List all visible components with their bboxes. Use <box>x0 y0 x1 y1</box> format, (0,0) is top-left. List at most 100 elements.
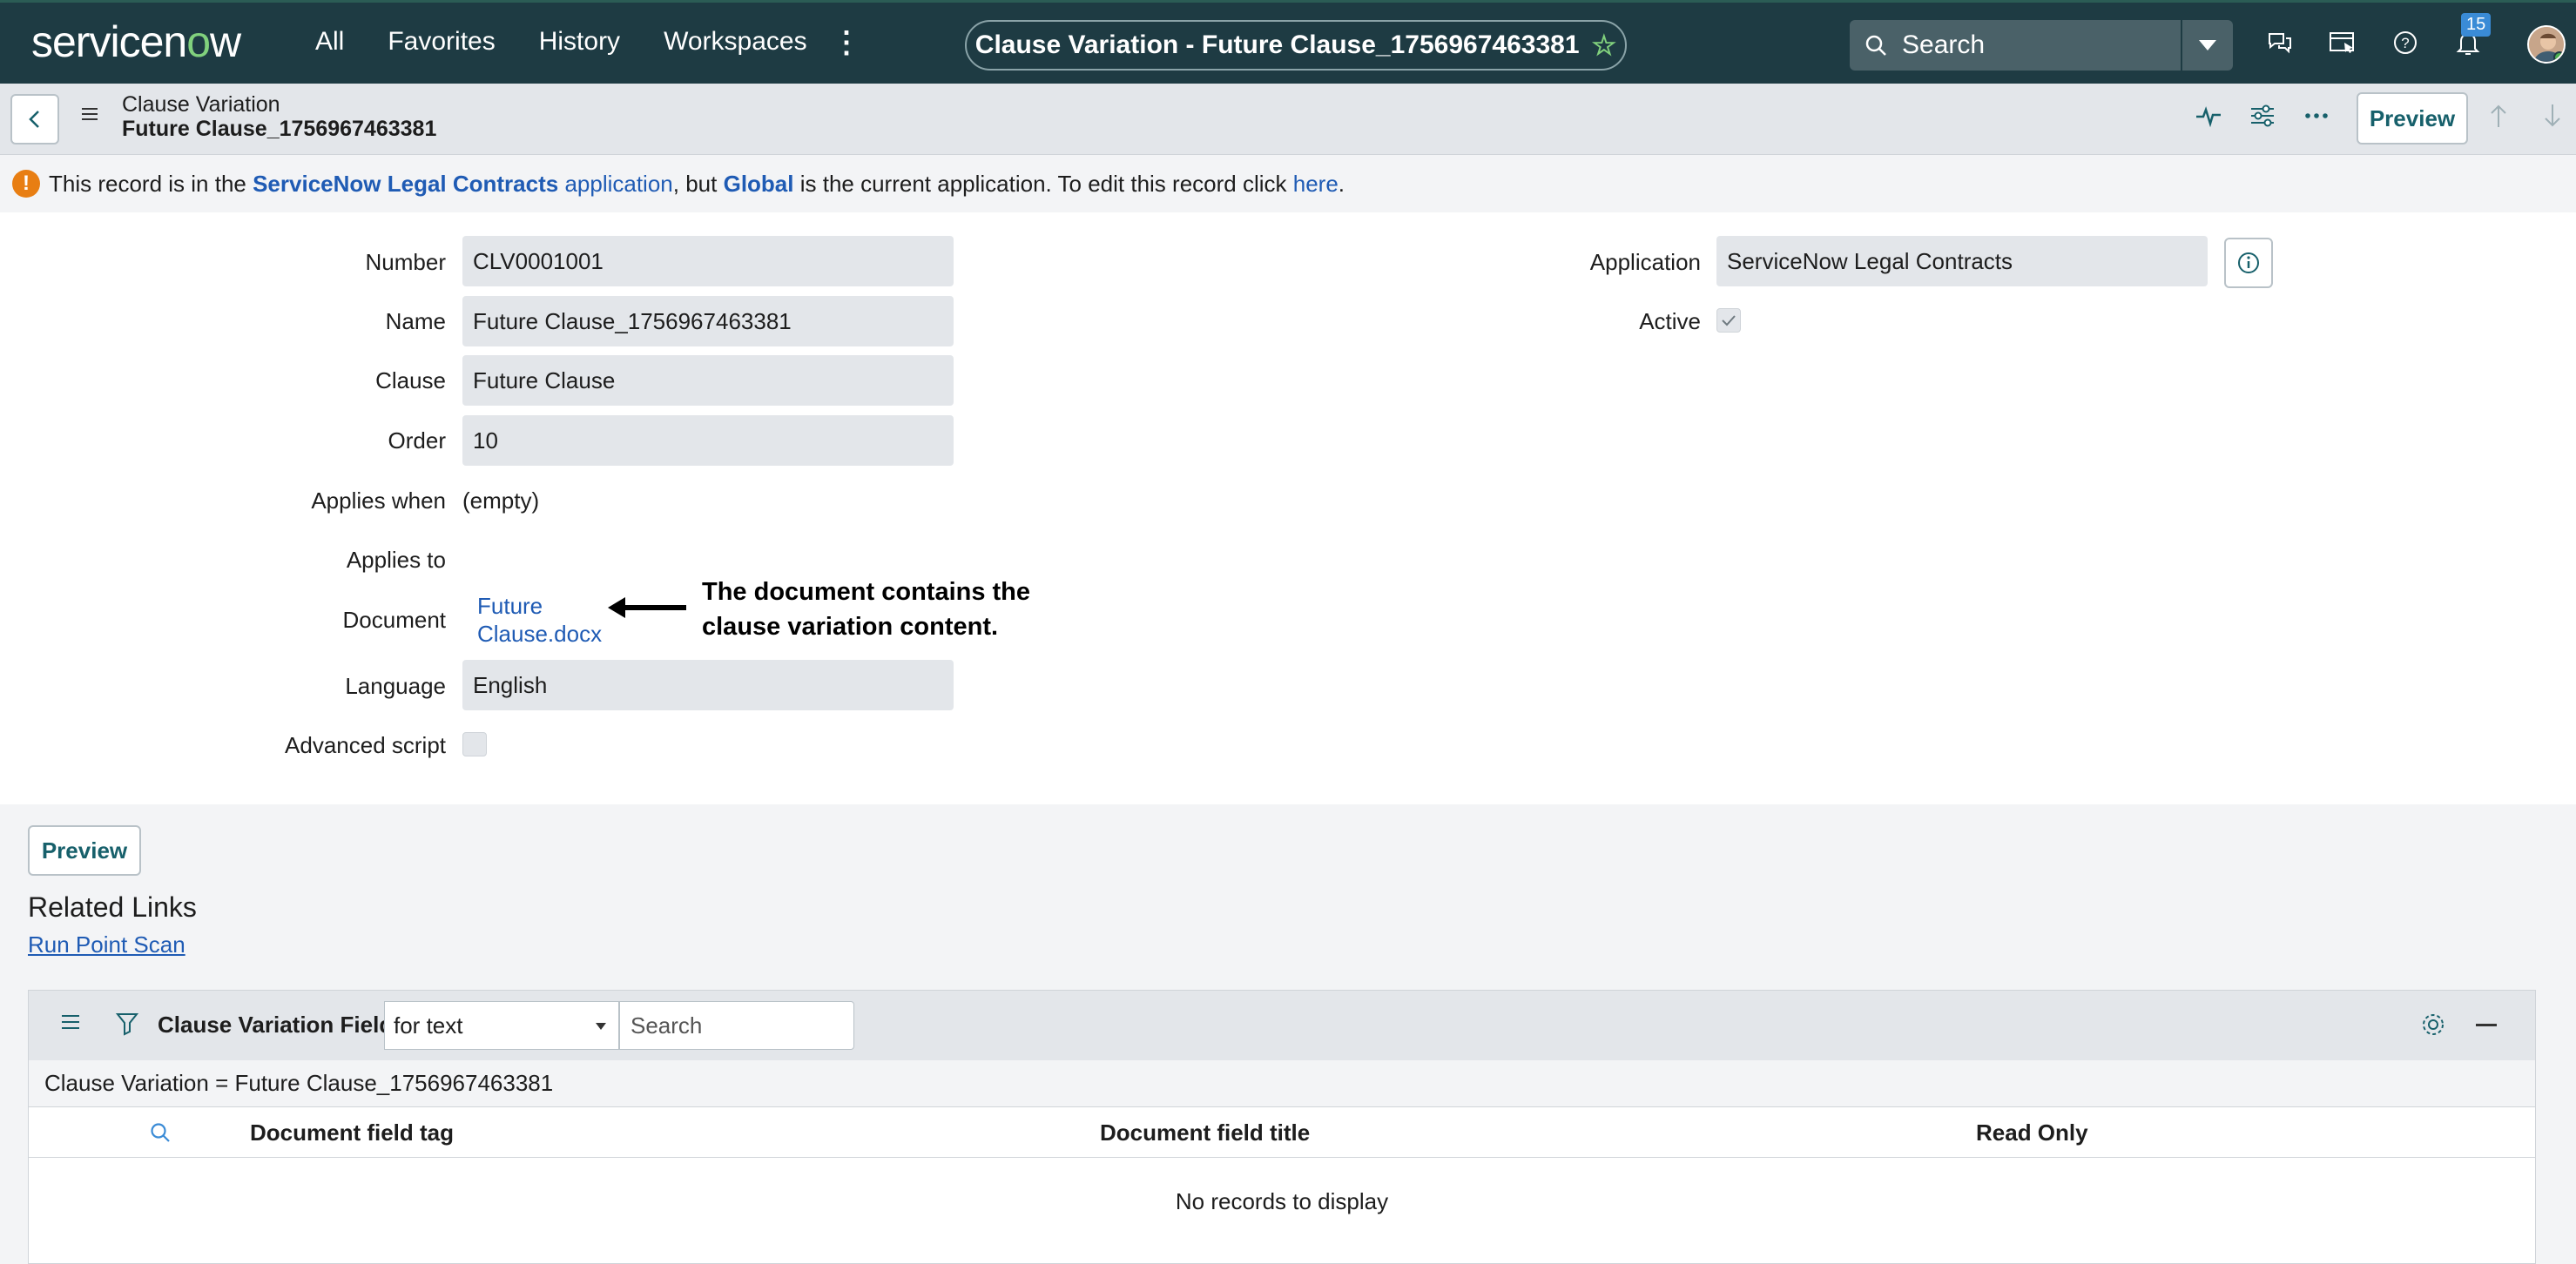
context-title: Clause Variation - Future Clause_1756967… <box>974 30 1580 59</box>
record-table-label: Clause Variation <box>122 92 280 117</box>
avatar[interactable] <box>2527 25 2566 64</box>
arrow-up-icon[interactable] <box>2489 103 2508 133</box>
nav-all[interactable]: All <box>315 27 344 57</box>
order-field[interactable]: 10 <box>462 415 954 466</box>
clause-field[interactable]: Future Clause <box>462 355 954 406</box>
message-part-1: This record is in the <box>49 170 253 197</box>
related-links-title: Related Links <box>28 891 197 923</box>
record-header: Clause Variation Future Clause_175696746… <box>0 84 2576 155</box>
list-breadcrumb[interactable]: Clause Variation = Future Clause_1756967… <box>29 1060 2535 1107</box>
arrow-down-icon[interactable] <box>2543 103 2562 133</box>
info-button[interactable] <box>2224 238 2273 288</box>
chevron-down-icon[interactable] <box>2181 20 2233 71</box>
run-point-scan-link[interactable]: Run Point Scan <box>28 931 185 958</box>
number-label: Number <box>365 249 446 275</box>
preview-bottom-button[interactable]: Preview <box>28 825 141 876</box>
active-checkbox[interactable] <box>1716 308 1741 333</box>
name-field[interactable]: Future Clause_1756967463381 <box>462 296 954 346</box>
servicenow-logo[interactable]: servicenow <box>31 17 241 67</box>
record-navigation <box>2489 103 2562 133</box>
application-scope-message: ! This record is in the ServiceNow Legal… <box>0 155 2576 212</box>
info-icon <box>2238 252 2259 273</box>
annotation-line-1: The document contains the <box>702 578 1031 606</box>
global-search-placeholder: Search <box>1902 30 1986 59</box>
activity-icon[interactable] <box>2195 103 2222 133</box>
personalize-form-icon[interactable] <box>2249 103 2276 133</box>
more-options-icon[interactable] <box>2303 103 2330 133</box>
applies-when-value: (empty) <box>462 487 540 514</box>
message-part-4: . <box>1338 170 1345 197</box>
message-part-3: is the current application. To edit this… <box>793 170 1293 197</box>
search-field-select[interactable]: for text <box>384 1001 619 1050</box>
back-button[interactable] <box>10 94 59 145</box>
applies-when-label: Applies when <box>311 487 446 514</box>
nav-history[interactable]: History <box>539 27 620 57</box>
notification-badge: 15 <box>2461 13 2492 37</box>
annotation-text: The document contains the clause variati… <box>702 575 1030 644</box>
annotation-arrow-icon <box>608 597 686 618</box>
column-document-field-title[interactable]: Document field title <box>1100 1119 1310 1146</box>
annotation-line-2: clause variation content. <box>702 613 999 641</box>
svg-text:?: ? <box>2401 35 2409 51</box>
list-menu-icon[interactable] <box>60 1013 81 1035</box>
number-field[interactable]: CLV0001001 <box>462 236 954 286</box>
collapse-icon[interactable] <box>2476 1024 2497 1026</box>
global-scope-link[interactable]: Global <box>724 171 794 198</box>
column-search-icon[interactable] <box>149 1121 172 1150</box>
list-search-input[interactable]: Search <box>619 1001 854 1050</box>
column-headers: Document field tag Document field title … <box>29 1107 2535 1158</box>
top-navigation-bar: servicenow All Favorites History Workspa… <box>0 0 2576 84</box>
online-status-dot <box>2553 51 2564 62</box>
search-icon <box>1850 34 1902 57</box>
logo-text: servicen <box>31 17 187 66</box>
global-search[interactable]: Search <box>1850 20 2233 71</box>
nav-workspaces[interactable]: Workspaces <box>664 27 807 57</box>
help-icon[interactable]: ? <box>2390 27 2421 58</box>
order-label: Order <box>388 427 446 454</box>
nav-icons: ? <box>2264 27 2484 58</box>
application-word-link[interactable]: application <box>558 171 672 198</box>
language-field[interactable]: English <box>462 660 954 710</box>
related-list: Clause Variation Fields for text Search … <box>28 990 2536 1264</box>
star-icon[interactable]: ☆ <box>1592 29 1617 62</box>
logo-text-end: w <box>210 17 241 66</box>
nav-favorites[interactable]: Favorites <box>388 27 495 57</box>
logo-o: o <box>186 17 211 66</box>
record-form: Number CLV0001001 Name Future Clause_175… <box>0 212 2576 804</box>
chat-icon[interactable] <box>2264 27 2296 58</box>
document-link[interactable]: Future Clause.docx <box>477 592 602 648</box>
advanced-script-label: Advanced script <box>285 732 446 758</box>
related-list-title: Clause Variation Fields <box>158 1012 406 1038</box>
advanced-script-checkbox[interactable] <box>462 732 487 756</box>
header-actions <box>2195 103 2330 133</box>
related-list-header: Clause Variation Fields for text Search <box>29 991 2535 1060</box>
filter-icon[interactable] <box>115 1012 139 1040</box>
column-document-field-tag[interactable]: Document field tag <box>250 1119 454 1146</box>
document-link-line-1: Future <box>477 593 543 619</box>
warning-icon: ! <box>12 170 40 198</box>
gear-icon[interactable] <box>2420 1012 2446 1042</box>
application-field[interactable]: ServiceNow Legal Contracts <box>1716 236 2208 286</box>
empty-list-message: No records to display <box>1175 1187 1389 1214</box>
document-label: Document <box>342 607 447 633</box>
search-field-select-value: for text <box>394 1012 463 1039</box>
caret-down-icon <box>596 1023 606 1030</box>
applies-to-label: Applies to <box>346 547 446 573</box>
application-name-link[interactable]: ServiceNow Legal Contracts <box>253 171 558 198</box>
checkmark-icon <box>1722 315 1736 326</box>
scripts-icon[interactable] <box>2327 27 2358 58</box>
edit-here-link[interactable]: here <box>1293 171 1339 198</box>
preview-button[interactable]: Preview <box>2357 92 2468 145</box>
record-name: Future Clause_1756967463381 <box>122 117 437 141</box>
clause-label: Clause <box>375 367 446 393</box>
name-label: Name <box>385 308 446 334</box>
more-menu-icon[interactable]: ⋮ <box>832 25 861 60</box>
language-label: Language <box>345 673 446 699</box>
column-read-only[interactable]: Read Only <box>1976 1119 2088 1146</box>
context-title-pill[interactable]: Clause Variation - Future Clause_1756967… <box>965 20 1627 71</box>
message-part-2: , but <box>672 170 724 197</box>
form-menu-icon[interactable] <box>80 106 99 126</box>
application-label: Application <box>1589 249 1701 275</box>
chevron-left-icon <box>29 111 39 128</box>
record-title: Clause Variation Future Clause_175696746… <box>122 92 436 141</box>
